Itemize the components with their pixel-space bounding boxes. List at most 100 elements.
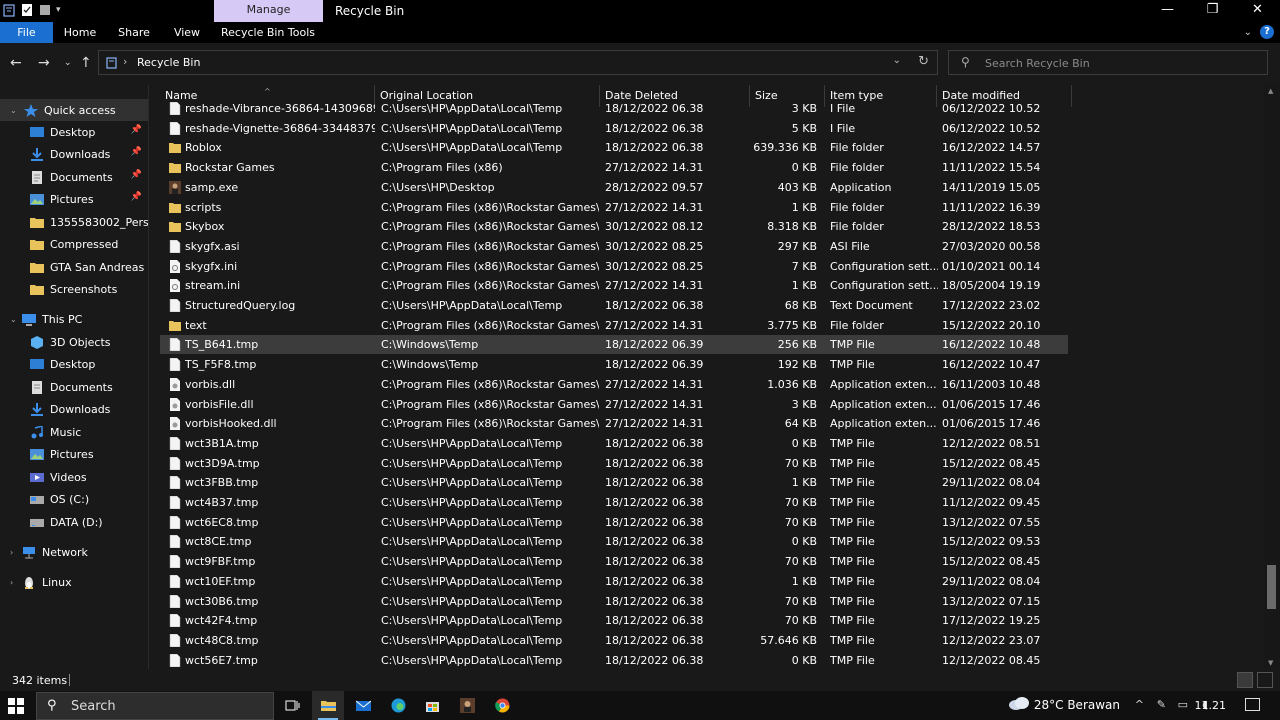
table-row[interactable]: text C:\Program Files (x86)\Rockstar Game… (160, 316, 1068, 335)
nav-desktop[interactable]: Desktop (0, 353, 148, 375)
scroll-down-icon[interactable]: ▼ (1268, 659, 1273, 667)
table-row[interactable]: vorbisHooked.dll C:\Program Files (x86)\R… (160, 414, 1068, 433)
close-button[interactable]: ✕ (1235, 0, 1280, 22)
nav-folder-compressed[interactable]: Compressed (0, 233, 148, 255)
scrollbar-thumb[interactable] (1267, 565, 1276, 609)
details-view-icon[interactable] (1237, 672, 1253, 688)
nav-quick-access[interactable]: ⌄ Quick access (0, 99, 148, 121)
nav-downloads[interactable]: Downloads (0, 398, 148, 420)
table-row[interactable]: reshade-Vignette-36864-334483799... C:\Us… (160, 119, 1068, 138)
table-row[interactable]: wct9FBF.tmp C:\Users\HP\AppData\Local\Tem… (160, 552, 1068, 571)
table-row[interactable]: Skybox C:\Program Files (x86)\Rockstar Ga… (160, 217, 1068, 236)
expand-chevron-icon[interactable]: › (10, 548, 13, 557)
table-row[interactable]: wct3FBB.tmp C:\Users\HP\AppData\Local\Tem… (160, 473, 1068, 492)
samp-button[interactable] (451, 691, 483, 720)
weather-text[interactable]: 28°C Berawan (1034, 698, 1120, 712)
vertical-scrollbar[interactable]: ▲ ▼ (1264, 85, 1280, 669)
table-row[interactable]: wct4B37.tmp C:\Users\HP\AppData\Local\Tem… (160, 493, 1068, 512)
nav-folder-persona[interactable]: 1355583002_Persona (0, 211, 148, 233)
nav-documents[interactable]: Documents (0, 376, 148, 398)
up-arrow-icon[interactable]: ↑ (80, 55, 92, 71)
table-row[interactable]: Roblox C:\Users\HP\AppData\Local\Temp 18/1… (160, 138, 1068, 157)
collapse-chevron-icon[interactable]: ⌄ (10, 315, 17, 324)
table-row[interactable]: wct42F4.tmp C:\Users\HP\AppData\Local\Tem… (160, 611, 1068, 630)
show-hidden-icons-chevron-icon[interactable]: ^ (1135, 698, 1144, 711)
search-box[interactable]: ⚲ (948, 50, 1268, 75)
scroll-up-icon[interactable]: ▲ (1268, 87, 1273, 95)
table-row[interactable]: Rockstar Games C:\Program Files (x86) 27/1… (160, 158, 1068, 177)
nav-pictures[interactable]: Pictures (0, 443, 148, 465)
mail-button[interactable] (347, 691, 379, 720)
pen-workspace-icon[interactable]: ✎ (1157, 698, 1166, 711)
table-row[interactable]: TS_F5F8.tmp C:\Windows\Temp 18/12/2022 06.… (160, 355, 1068, 374)
table-row[interactable]: skygfx.asi C:\Program Files (x86)\Rocksta… (160, 237, 1068, 256)
customize-toolbar-icon[interactable]: ▾ (56, 3, 66, 17)
table-row[interactable]: skygfx.ini C:\Program Files (x86)\Rocksta… (160, 257, 1068, 276)
manage-tab[interactable]: Manage (214, 0, 323, 22)
table-row[interactable]: scripts C:\Program Files (x86)\Rockstar G… (160, 198, 1068, 217)
collapse-chevron-icon[interactable]: ⌄ (10, 106, 17, 115)
nav-folder-screenshots[interactable]: Screenshots (0, 278, 148, 300)
large-icons-view-icon[interactable] (1257, 672, 1273, 688)
clock[interactable]: 11.21 (1195, 699, 1227, 712)
tab-file[interactable]: File (0, 22, 53, 43)
tab-recycle-bin-tools[interactable]: Recycle Bin Tools (218, 22, 318, 43)
nav-documents-quick[interactable]: Documents 📌 (0, 166, 148, 188)
address-dropdown-icon[interactable]: ⌄ (893, 55, 901, 66)
minimize-button[interactable]: — (1145, 0, 1190, 22)
nav-downloads-quick[interactable]: Downloads 📌 (0, 143, 148, 165)
tab-share[interactable]: Share (114, 22, 154, 43)
edge-button[interactable] (382, 691, 414, 720)
table-row[interactable]: wct8CE.tmp C:\Users\HP\AppData\Local\Temp… (160, 532, 1068, 551)
table-row[interactable]: wct3B1A.tmp C:\Users\HP\AppData\Local\Tem… (160, 434, 1068, 453)
table-row[interactable]: wct56E7.tmp C:\Users\HP\AppData\Local\Tem… (160, 651, 1068, 669)
refresh-icon[interactable]: ↻ (918, 54, 929, 69)
maximize-button[interactable]: ❐ (1190, 0, 1235, 22)
taskbar-search[interactable]: ⚲ Search (36, 692, 274, 720)
nav-desktop-quick[interactable]: Desktop 📌 (0, 121, 148, 143)
task-view-button[interactable] (276, 691, 308, 720)
table-row[interactable]: wct48C8.tmp C:\Users\HP\AppData\Local\Tem… (160, 631, 1068, 650)
recent-locations-chevron-icon[interactable]: ⌄ (64, 58, 72, 68)
nav-linux[interactable]: › Linux (0, 571, 148, 593)
table-row[interactable]: wct30B6.tmp C:\Users\HP\AppData\Local\Tem… (160, 592, 1068, 611)
help-icon[interactable]: ? (1260, 25, 1274, 39)
breadcrumb-recycle-bin[interactable]: Recycle Bin (137, 56, 200, 69)
windows-start-icon[interactable] (8, 698, 24, 714)
back-arrow-icon[interactable]: ← (10, 55, 22, 71)
properties-icon[interactable] (20, 3, 34, 17)
table-row[interactable]: wct3D9A.tmp C:\Users\HP\AppData\Local\Tem… (160, 454, 1068, 473)
table-row[interactable]: vorbis.dll C:\Program Files (x86)\Rocksta… (160, 375, 1068, 394)
expand-ribbon-icon[interactable]: ⌄ (1244, 27, 1252, 38)
nav-data-d[interactable]: DATA (D:) (0, 511, 148, 533)
table-row[interactable]: samp.exe C:\Users\HP\Desktop 28/12/2022 09… (160, 178, 1068, 197)
new-folder-icon[interactable] (38, 3, 52, 17)
table-row[interactable]: wct6EC8.tmp C:\Users\HP\AppData\Local\Tem… (160, 513, 1068, 532)
notification-center-icon[interactable] (1245, 698, 1260, 711)
nav-this-pc[interactable]: ⌄ This PC (0, 308, 148, 330)
nav-os-c[interactable]: OS (C:) (0, 488, 148, 510)
table-row[interactable]: stream.ini C:\Program Files (x86)\Rocksta… (160, 276, 1068, 295)
table-row[interactable]: reshade-Vibrance-36864-14309689... C:\Use… (160, 99, 1068, 118)
table-row[interactable]: vorbisFile.dll C:\Program Files (x86)\Roc… (160, 395, 1068, 414)
pane-divider[interactable] (148, 85, 149, 669)
nav-music[interactable]: Music (0, 421, 148, 443)
chrome-button[interactable] (486, 691, 518, 720)
nav-network[interactable]: › Network (0, 541, 148, 563)
store-button[interactable] (416, 691, 448, 720)
tab-view[interactable]: View (168, 22, 206, 43)
nav-pictures-quick[interactable]: Pictures 📌 (0, 188, 148, 210)
file-explorer-button[interactable] (312, 691, 344, 720)
nav-videos[interactable]: Videos (0, 466, 148, 488)
nav-folder-gta[interactable]: GTA San Andreas (0, 256, 148, 278)
tab-home[interactable]: Home (60, 22, 100, 43)
battery-icon[interactable]: ▭ (1178, 698, 1188, 711)
table-row[interactable]: StructuredQuery.log C:\Users\HP\AppData\L… (160, 296, 1068, 315)
table-row[interactable]: TS_B641.tmp C:\Windows\Temp 18/12/2022 06.… (160, 335, 1068, 355)
address-bar[interactable]: › Recycle Bin ⌄ ↻ (98, 50, 938, 75)
nav-3d-objects[interactable]: 3D Objects (0, 331, 148, 353)
search-input[interactable] (985, 54, 1255, 72)
expand-chevron-icon[interactable]: › (10, 578, 13, 587)
table-row[interactable]: wct10EF.tmp C:\Users\HP\AppData\Local\Tem… (160, 572, 1068, 591)
forward-arrow-icon[interactable]: → (38, 55, 50, 71)
